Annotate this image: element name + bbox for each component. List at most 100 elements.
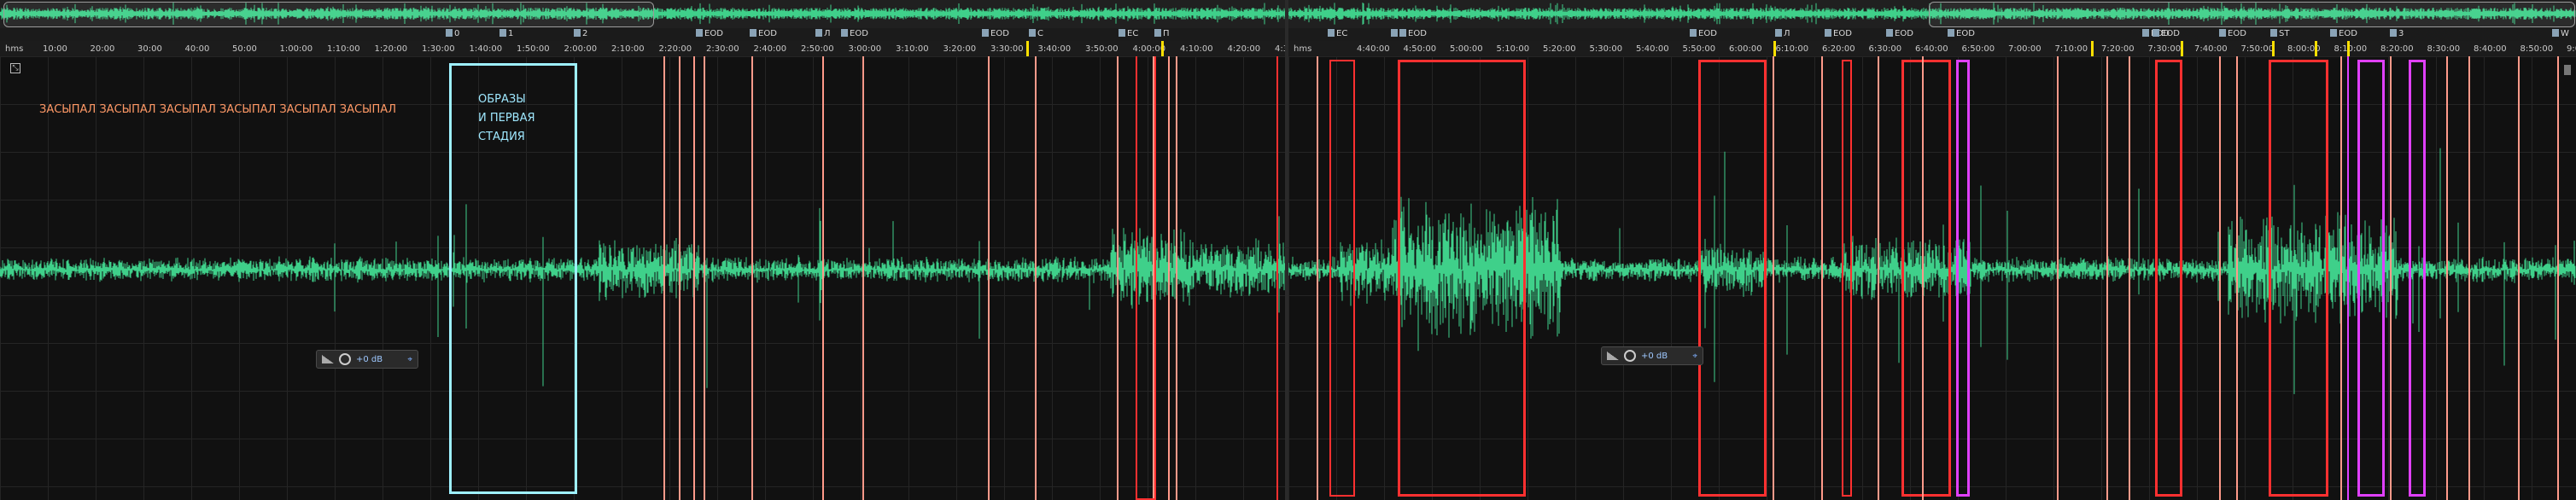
marker-line	[1821, 56, 1823, 500]
ruler-unit-label: hms	[5, 44, 24, 54]
region-red[interactable]	[2269, 60, 2328, 497]
marker-flag[interactable]: EOD	[1399, 29, 1427, 38]
ruler-tick-label: 6:00:00	[1729, 44, 1762, 54]
cue-marker[interactable]	[2347, 41, 2350, 56]
ruler-tick-label: 7:30:00	[2147, 44, 2182, 54]
marker-label: 2	[582, 29, 588, 38]
time-ruler[interactable]: hms 4:40:00 4:50:00 5:00:00 5:10:00 5:20:00 5…	[1288, 41, 2576, 57]
flag-icon	[1154, 29, 1161, 37]
marker-bar[interactable]: ECСEODEODЛEODEODEODEODEODEODSTEOD3W	[1288, 28, 2576, 41]
overview-viewport[interactable]	[1929, 2, 2575, 27]
region-magenta[interactable]	[1956, 60, 1970, 497]
marker-flag[interactable]: EOD	[1825, 29, 1852, 38]
region-red[interactable]	[1329, 60, 1355, 497]
region-red[interactable]	[1901, 60, 1951, 497]
flag-icon	[446, 29, 453, 37]
gain-hud[interactable]: +0 dB ⌖	[316, 350, 418, 369]
marker-flag[interactable]: EOD	[1690, 29, 1717, 38]
region-red[interactable]	[1842, 60, 1852, 497]
pin-icon[interactable]: ⌖	[1692, 352, 1697, 361]
pin-icon[interactable]: ⌖	[407, 355, 412, 364]
region-magenta[interactable]	[2357, 60, 2385, 497]
collapse-icon[interactable]: ⤡	[10, 63, 20, 73]
marker-flag[interactable]: Л	[815, 29, 831, 38]
marker-flag[interactable]: 1	[499, 29, 513, 38]
overview-waveform[interactable]	[1288, 0, 2576, 29]
marker-label: EOD	[990, 29, 1009, 38]
cue-marker[interactable]	[2272, 41, 2275, 56]
marker-flag[interactable]: П	[1154, 29, 1170, 38]
region-cyan-images[interactable]	[449, 63, 577, 494]
marker-flag[interactable]: EOD	[1886, 29, 1913, 38]
cue-marker[interactable]	[2315, 41, 2317, 56]
ruler-tick-label: 5:40:00	[1636, 44, 1669, 54]
right-editor-panel[interactable]: ECСEODEODЛEODEODEODEODEODEODSTEOD3W hms …	[1288, 0, 2576, 500]
cue-marker[interactable]	[1773, 41, 1776, 56]
marker-label: EOD	[2161, 29, 2180, 38]
marker-line	[1317, 56, 1318, 500]
marker-flag[interactable]: ST	[2270, 29, 2289, 38]
marker-label: EOD	[2228, 29, 2246, 38]
marker-flag[interactable]: Л	[1775, 29, 1790, 38]
ruler-tick-label: 5:50:00	[1682, 44, 1716, 54]
marker-line	[1176, 56, 1177, 500]
marker-flag[interactable]: С	[1029, 29, 1043, 38]
marker-flag[interactable]: EC	[1119, 29, 1138, 38]
cue-marker[interactable]	[1026, 41, 1029, 56]
gain-knob-icon[interactable]	[1624, 350, 1636, 362]
waveform-display[interactable]: +0 dB ⌖	[1288, 56, 2576, 500]
marker-label: Л	[824, 29, 831, 38]
region-magenta[interactable]	[2409, 60, 2426, 497]
flag-icon	[815, 29, 822, 37]
left-editor-panel[interactable]: 0 1 2 EOD EOD Л EOD EOD С EC П hms 10:00 20:00 30:00…	[0, 0, 1288, 500]
marker-flag[interactable]: EC	[1328, 29, 1347, 38]
ruler-tick-label: 3:40:00	[1037, 44, 1072, 54]
marker-flag[interactable]: 3	[2390, 29, 2404, 38]
ruler-tick-label: 8:40:00	[2474, 44, 2507, 54]
marker-flag[interactable]: EOD	[982, 29, 1009, 38]
marker-line	[1773, 56, 1774, 500]
cue-marker[interactable]	[2091, 41, 2094, 56]
ruler-tick-label: 6:30:00	[1868, 44, 1902, 54]
waveform-display[interactable]: ⤡ ЗАСЫПАЛ ЗАСЫПАЛ ЗАСЫПАЛ ЗАСЫПАЛ ЗАСЫПА…	[0, 56, 1288, 500]
overview-waveform[interactable]	[0, 0, 1288, 29]
gain-hud[interactable]: +0 dB ⌖	[1601, 346, 1703, 365]
marker-bar[interactable]: 0 1 2 EOD EOD Л EOD EOD С EC П	[0, 28, 1288, 41]
marker-line	[663, 56, 665, 500]
marker-flag[interactable]: EOD	[696, 29, 723, 38]
region-red[interactable]	[1398, 60, 1526, 497]
marker-flag[interactable]: EOD	[2330, 29, 2357, 38]
flag-icon	[1391, 29, 1398, 37]
ruler-tick-label: 8:50:00	[2520, 44, 2554, 54]
scroll-handle[interactable]	[2564, 65, 2571, 75]
region-red[interactable]	[1136, 56, 1156, 500]
marker-flag[interactable]: EOD	[1948, 29, 1975, 38]
marker-flag[interactable]: EOD	[841, 29, 868, 38]
ruler-tick-label: 10:00	[43, 44, 67, 54]
marker-flag[interactable]: 0	[446, 29, 459, 38]
cue-marker[interactable]	[2181, 41, 2183, 56]
time-ruler[interactable]: hms 10:00 20:00 30:00 40:00 50:00 1:00:00 1:10…	[0, 41, 1288, 57]
marker-line	[862, 56, 864, 500]
overview-viewport[interactable]	[3, 2, 654, 27]
region-red[interactable]	[2155, 60, 2182, 497]
cue-marker[interactable]	[1161, 41, 1164, 56]
ruler-tick-label: 6:20:00	[1822, 44, 1855, 54]
flag-icon	[1690, 29, 1697, 37]
ruler-tick-label: 7:40:00	[2194, 44, 2228, 54]
marker-flag[interactable]: EOD	[750, 29, 777, 38]
gain-knob-icon[interactable]	[339, 353, 351, 365]
ruler-tick-label: 50:00	[232, 44, 257, 54]
flag-icon	[499, 29, 506, 37]
marker-flag[interactable]: 2	[574, 29, 587, 38]
ruler-tick-label: 7:20:00	[2101, 44, 2135, 54]
region-red[interactable]	[1698, 60, 1767, 497]
marker-line	[2219, 56, 2221, 500]
marker-flag[interactable]: EOD	[2219, 29, 2246, 38]
marker-flag[interactable]: EOD	[2153, 29, 2180, 38]
flag-icon	[2142, 29, 2149, 37]
marker-label: EOD	[1895, 29, 1913, 38]
marker-line	[2106, 56, 2108, 500]
ruler-tick-label: 3:50:00	[1085, 44, 1119, 54]
marker-flag[interactable]: W	[2552, 29, 2569, 38]
